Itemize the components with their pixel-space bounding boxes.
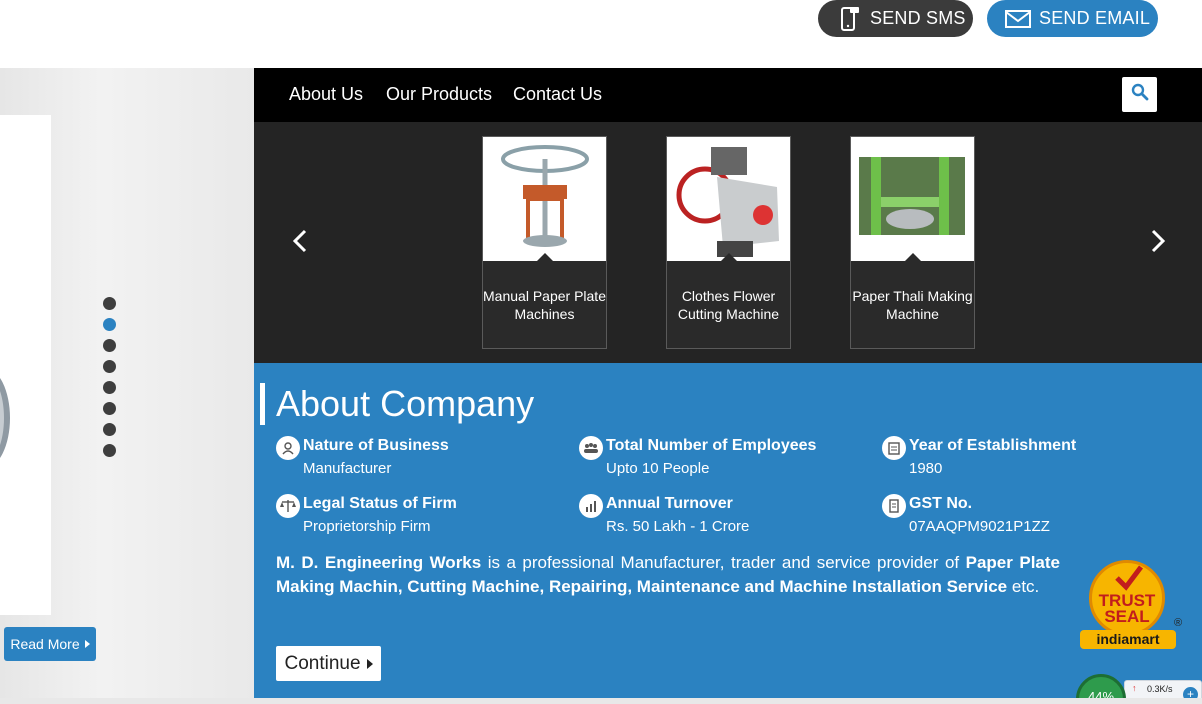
chevron-left-icon: [292, 229, 307, 253]
nav-about-us[interactable]: About Us: [289, 84, 363, 105]
product-image: [667, 137, 790, 261]
document-icon: [882, 494, 906, 518]
fact-value: 1980: [909, 460, 943, 477]
read-more-button[interactable]: Read More: [4, 627, 96, 661]
nav-contact-us[interactable]: Contact Us: [513, 84, 602, 105]
registered-mark: ®: [1174, 617, 1183, 629]
checkmark-icon: [1115, 565, 1143, 591]
send-email-button[interactable]: SEND EMAIL: [987, 0, 1158, 37]
upload-arrow-icon: ↑: [1132, 683, 1137, 693]
about-title: About Company: [276, 383, 535, 424]
main-nav: About Us Our Products Contact Us: [254, 68, 1202, 122]
trust-seal-text: TRUST SEAL: [1078, 592, 1176, 626]
carousel-prev-button[interactable]: [286, 226, 316, 256]
fact-value: Upto 10 People: [606, 460, 710, 477]
trust-seal-brand: indiamart: [1080, 630, 1176, 649]
trust-seal-badge[interactable]: TRUST SEAL indiamart ®: [1078, 560, 1188, 652]
product-name: Manual Paper Plate Machines: [483, 288, 606, 322]
slider-dot[interactable]: [103, 423, 116, 436]
send-email-label: SEND EMAIL: [1039, 8, 1151, 28]
fact-label: Legal Status of Firm: [303, 495, 457, 512]
envelope-icon: [1005, 6, 1031, 32]
fact-value: Rs. 50 Lakh - 1 Crore: [606, 518, 750, 535]
fact-label: Nature of Business: [303, 437, 449, 454]
product-name: Paper Thali Making Machine: [852, 288, 973, 322]
trust-seal-line2: SEAL: [1104, 607, 1150, 626]
continue-button[interactable]: Continue: [276, 646, 381, 681]
title-accent-bar: [260, 383, 265, 425]
mobile-sms-icon: [836, 6, 862, 32]
description-end: etc.: [1007, 577, 1040, 596]
carousel-next-button[interactable]: [1142, 226, 1172, 256]
product-card[interactable]: Clothes Flower Cutting Machine: [666, 136, 791, 349]
business-icon: [276, 436, 300, 460]
continue-label: Continue: [284, 652, 361, 674]
read-more-label: Read More: [10, 636, 80, 652]
slider-dot-active[interactable]: [103, 318, 116, 331]
bottom-divider: [0, 698, 1202, 704]
product-image: [483, 137, 606, 261]
bar-chart-icon: [579, 494, 603, 518]
search-icon: [1131, 83, 1149, 106]
company-description: M. D. Engineering Works is a professiona…: [276, 551, 1060, 599]
product-image: [851, 137, 974, 261]
caret-right-icon: [84, 640, 90, 648]
scales-icon: [276, 494, 300, 518]
product-card[interactable]: Manual Paper Plate Machines: [482, 136, 607, 349]
card-notch: [905, 253, 921, 261]
fact-label: Total Number of Employees: [606, 437, 817, 454]
about-company-section: About Company Nature of Business Manufac…: [254, 363, 1202, 698]
slider-dots: [103, 297, 117, 465]
company-name: M. D. Engineering Works: [276, 553, 482, 572]
product-name: Clothes Flower Cutting Machine: [677, 288, 780, 322]
fact-label: Year of Establishment: [909, 437, 1077, 454]
search-button[interactable]: [1122, 77, 1157, 112]
page: SEND SMS SEND EMAIL Read More About Us O…: [0, 0, 1202, 704]
top-header: SEND SMS SEND EMAIL: [0, 0, 1202, 68]
description-text: is a professional Manufacturer, trader a…: [481, 553, 966, 572]
fact-value: Proprietorship Firm: [303, 518, 431, 535]
banner-slider: Read More: [0, 68, 254, 698]
employees-icon: [579, 436, 603, 460]
calendar-icon: [882, 436, 906, 460]
fact-value: 07AAQPM9021P1ZZ: [909, 518, 1050, 535]
product-card[interactable]: Paper Thali Making Machine: [850, 136, 975, 349]
card-notch: [721, 253, 737, 261]
upload-speed: 0.3K/s: [1147, 684, 1173, 694]
nav-our-products[interactable]: Our Products: [386, 84, 492, 105]
chevron-right-icon: [1151, 229, 1166, 253]
caret-right-icon: [366, 658, 373, 669]
slider-dot[interactable]: [103, 297, 116, 310]
slider-dot[interactable]: [103, 444, 116, 457]
slider-dot[interactable]: [103, 339, 116, 352]
fact-label: GST No.: [909, 495, 973, 512]
fact-value: Manufacturer: [303, 460, 392, 477]
slider-dot[interactable]: [103, 360, 116, 373]
card-notch: [537, 253, 553, 261]
banner-slide-card: [0, 115, 51, 615]
send-sms-label: SEND SMS: [870, 8, 966, 28]
product-carousel: Manual Paper Plate Machines Clothes Flow…: [254, 122, 1202, 363]
fact-label: Annual Turnover: [606, 495, 733, 512]
slider-dot[interactable]: [103, 402, 116, 415]
send-sms-button[interactable]: SEND SMS: [818, 0, 973, 37]
slider-dot[interactable]: [103, 381, 116, 394]
